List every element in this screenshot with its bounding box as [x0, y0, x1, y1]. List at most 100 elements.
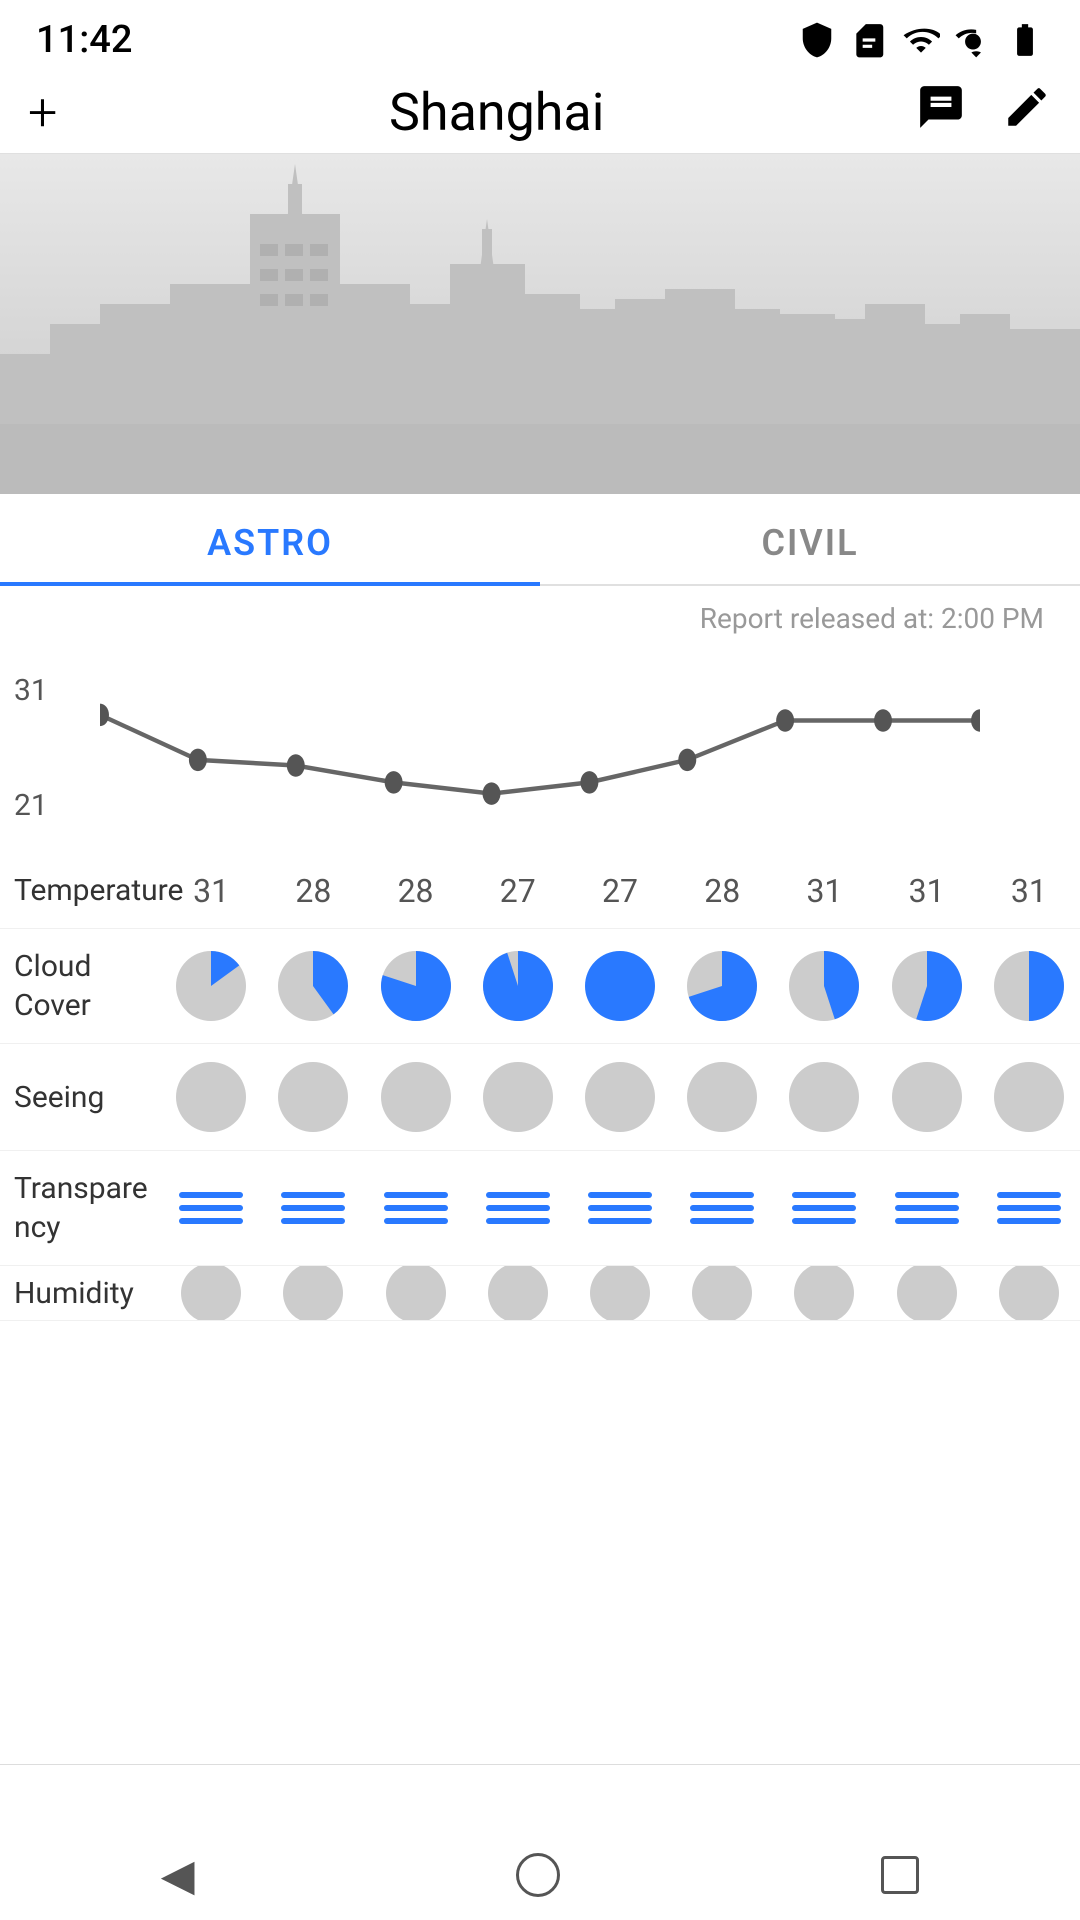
humidity-dot-0	[181, 1266, 241, 1321]
temperature-row: Temperature 31 28 28 27 27 28 31 31 31	[0, 853, 1080, 929]
cloud-pie-6	[785, 947, 863, 1025]
cloud-pie	[377, 947, 455, 1025]
humidity-cell-1	[262, 1266, 364, 1321]
temp-cell-8: 31	[978, 872, 1080, 910]
transparency-label: Transparency	[0, 1169, 160, 1247]
cloud-cell-5	[671, 947, 773, 1025]
transparency-icon-0	[179, 1192, 243, 1224]
temp-cell-5: 28	[671, 872, 773, 910]
transparency-cell-1	[262, 1192, 364, 1224]
transparency-cells	[160, 1192, 1080, 1224]
cloud-pie	[581, 947, 659, 1025]
temperature-label: Temperature	[0, 871, 160, 910]
android-system-bar: ◀	[0, 1830, 1080, 1920]
transparency-icon-3	[486, 1192, 550, 1224]
humidity-cells	[160, 1266, 1080, 1321]
tabs: ASTRO CIVIL	[0, 494, 1080, 586]
transparency-icon-6	[792, 1192, 856, 1224]
chart-area: 31 21	[0, 643, 1080, 853]
cloud-cover-row: CloudCover	[0, 929, 1080, 1044]
transparency-cell-0	[160, 1192, 262, 1224]
humidity-cell-8	[978, 1266, 1080, 1321]
top-bar-actions	[916, 82, 1052, 143]
transparency-cell-8	[978, 1192, 1080, 1224]
cloud-pie-5	[683, 947, 761, 1025]
cloud-cell-4	[569, 947, 671, 1025]
cloud-cell-6	[773, 947, 875, 1025]
chart-y-min: 21	[14, 788, 48, 823]
status-time: 11:42	[36, 18, 132, 62]
wifi-icon	[902, 21, 940, 59]
seeing-dot-1	[278, 1062, 348, 1132]
sim-icon	[850, 21, 888, 59]
seeing-dot-2	[381, 1062, 451, 1132]
seeing-cell-4	[569, 1062, 671, 1132]
transparency-cell-2	[364, 1192, 466, 1224]
chart-line	[100, 653, 980, 833]
seeing-cell-8	[978, 1062, 1080, 1132]
transparency-cell-6	[773, 1192, 875, 1224]
cloud-pie-3	[479, 947, 557, 1025]
back-button[interactable]: ◀	[161, 1849, 195, 1901]
recents-button[interactable]	[881, 1856, 919, 1894]
seeing-dot-5	[687, 1062, 757, 1132]
humidity-dot-2	[386, 1266, 446, 1321]
transparency-row: Transparency	[0, 1151, 1080, 1266]
humidity-dot-4	[590, 1266, 650, 1321]
battery-icon	[1006, 21, 1044, 59]
tab-civil[interactable]: CIVIL	[540, 494, 1080, 584]
seeing-dot-8	[994, 1062, 1064, 1132]
transparency-cell-3	[467, 1192, 569, 1224]
humidity-dot-6	[794, 1266, 854, 1321]
seeing-dot-0	[176, 1062, 246, 1132]
cloud-cell-0	[160, 947, 262, 1025]
tab-astro[interactable]: ASTRO	[0, 494, 540, 584]
chat-icon[interactable]	[916, 82, 966, 143]
seeing-cell-1	[262, 1062, 364, 1132]
home-button[interactable]	[516, 1853, 560, 1897]
transparency-icon-7	[895, 1192, 959, 1224]
cloud-pie-2	[377, 947, 455, 1025]
page-title: Shanghai	[77, 82, 916, 143]
cloud-cell-1	[262, 947, 364, 1025]
cloud-pie-1	[274, 947, 352, 1025]
cloud-pie-4	[581, 947, 659, 1025]
shield-icon	[798, 21, 836, 59]
skyline-image	[0, 154, 1080, 494]
transparency-cell-4	[569, 1192, 671, 1224]
transparency-icon-2	[384, 1192, 448, 1224]
temp-cell-1: 28	[262, 872, 364, 910]
seeing-dot-4	[585, 1062, 655, 1132]
seeing-cell-7	[876, 1062, 978, 1132]
seeing-dot-6	[789, 1062, 859, 1132]
temp-cell-0: 31	[160, 872, 262, 910]
seeing-cells	[160, 1062, 1080, 1132]
seeing-label: Seeing	[0, 1078, 160, 1117]
signal-icon	[954, 21, 992, 59]
cloud-cell-2	[364, 947, 466, 1025]
seeing-cell-2	[364, 1062, 466, 1132]
cloud-pie	[479, 947, 557, 1025]
status-bar: 11:42	[0, 0, 1080, 72]
temp-cell-2: 28	[364, 872, 466, 910]
seeing-cell-5	[671, 1062, 773, 1132]
humidity-cell-6	[773, 1266, 875, 1321]
report-line: Report released at: 2:00 PM	[0, 586, 1080, 643]
data-grid: Temperature 31 28 28 27 27 28 31 31 31 C…	[0, 853, 1080, 1321]
temp-cell-7: 31	[876, 872, 978, 910]
temp-cell-4: 27	[569, 872, 671, 910]
status-icons	[798, 21, 1044, 59]
cloud-cell-7	[876, 947, 978, 1025]
edit-icon[interactable]	[1002, 82, 1052, 143]
cloud-pie	[888, 947, 966, 1025]
transparency-cell-7	[876, 1192, 978, 1224]
seeing-dot-7	[892, 1062, 962, 1132]
temp-cell-3: 27	[467, 872, 569, 910]
cloud-pie	[172, 947, 250, 1025]
seeing-cell-6	[773, 1062, 875, 1132]
cloud-pie-7	[888, 947, 966, 1025]
cloud-cell-8	[978, 947, 1080, 1025]
cloud-pie-0	[172, 947, 250, 1025]
add-button[interactable]: +	[28, 87, 57, 139]
cloud-pie-8	[990, 947, 1068, 1025]
